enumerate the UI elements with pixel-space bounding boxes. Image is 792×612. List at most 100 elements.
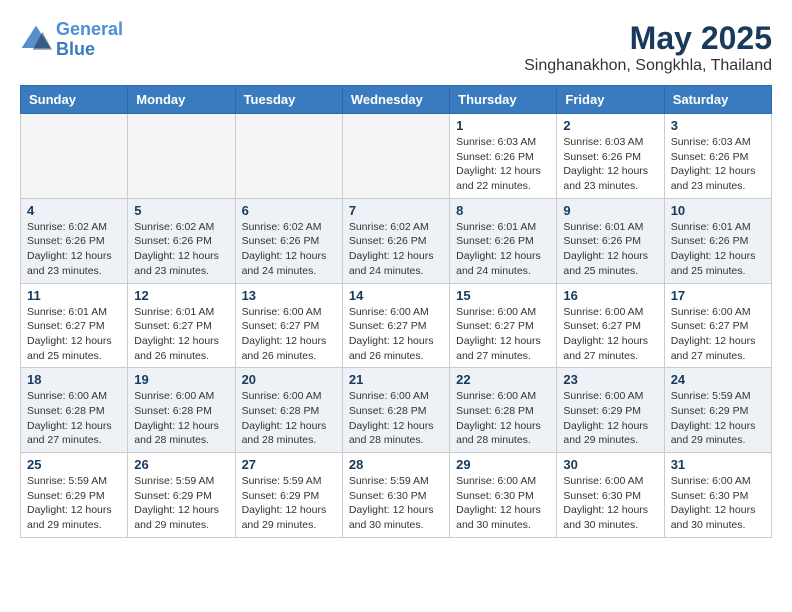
calendar-header-monday: Monday [128, 86, 235, 114]
day-info: Sunrise: 6:02 AM Sunset: 6:26 PM Dayligh… [349, 220, 443, 279]
day-number: 16 [563, 288, 657, 303]
day-info: Sunrise: 6:03 AM Sunset: 6:26 PM Dayligh… [563, 135, 657, 194]
calendar-header-sunday: Sunday [21, 86, 128, 114]
day-number: 22 [456, 372, 550, 387]
day-number: 19 [134, 372, 228, 387]
day-info: Sunrise: 6:00 AM Sunset: 6:28 PM Dayligh… [134, 389, 228, 448]
day-number: 26 [134, 457, 228, 472]
calendar-cell: 6 Sunrise: 6:02 AM Sunset: 6:26 PM Daylig… [235, 198, 342, 283]
day-info: Sunrise: 5:59 AM Sunset: 6:30 PM Dayligh… [349, 474, 443, 533]
day-info: Sunrise: 6:00 AM Sunset: 6:28 PM Dayligh… [456, 389, 550, 448]
calendar-cell: 31Sunrise: 6:00 AM Sunset: 6:30 PM Dayli… [664, 453, 771, 538]
calendar-cell: 23 Sunrise: 6:00 AM Sunset: 6:29 PM Dayli… [557, 368, 664, 453]
day-number: 1 [456, 118, 550, 133]
day-info: Sunrise: 6:00 AM Sunset: 6:28 PM Dayligh… [349, 389, 443, 448]
calendar-cell: 12 Sunrise: 6:01 AM Sunset: 6:27 PM Dayli… [128, 283, 235, 368]
calendar-cell: 25Sunrise: 5:59 AM Sunset: 6:29 PM Dayli… [21, 453, 128, 538]
calendar-header-friday: Friday [557, 86, 664, 114]
day-info: Sunrise: 6:00 AM Sunset: 6:29 PM Dayligh… [563, 389, 657, 448]
day-number: 23 [563, 372, 657, 387]
logo-icon [20, 24, 52, 56]
day-number: 27 [242, 457, 336, 472]
calendar-week-row: 4 Sunrise: 6:02 AM Sunset: 6:26 PM Daylig… [21, 198, 772, 283]
calendar-cell: 20Sunrise: 6:00 AM Sunset: 6:28 PM Dayli… [235, 368, 342, 453]
day-number: 2 [563, 118, 657, 133]
calendar: SundayMondayTuesdayWednesdayThursdayFrid… [20, 85, 772, 538]
page-header: General Blue May 2025 Singhanakhon, Song… [20, 20, 772, 75]
day-number: 25 [27, 457, 121, 472]
day-info: Sunrise: 6:00 AM Sunset: 6:27 PM Dayligh… [671, 305, 765, 364]
calendar-week-row: 18 Sunrise: 6:00 AM Sunset: 6:28 PM Dayli… [21, 368, 772, 453]
day-info: Sunrise: 6:01 AM Sunset: 6:27 PM Dayligh… [27, 305, 121, 364]
day-number: 15 [456, 288, 550, 303]
day-number: 9 [563, 203, 657, 218]
day-info: Sunrise: 5:59 AM Sunset: 6:29 PM Dayligh… [134, 474, 228, 533]
day-info: Sunrise: 6:00 AM Sunset: 6:28 PM Dayligh… [242, 389, 336, 448]
calendar-cell: 17 Sunrise: 6:00 AM Sunset: 6:27 PM Dayli… [664, 283, 771, 368]
calendar-cell: 10Sunrise: 6:01 AM Sunset: 6:26 PM Dayli… [664, 198, 771, 283]
day-number: 3 [671, 118, 765, 133]
calendar-cell: 16 Sunrise: 6:00 AM Sunset: 6:27 PM Dayli… [557, 283, 664, 368]
day-number: 17 [671, 288, 765, 303]
calendar-header-tuesday: Tuesday [235, 86, 342, 114]
day-number: 29 [456, 457, 550, 472]
calendar-cell: 27 Sunrise: 5:59 AM Sunset: 6:29 PM Dayli… [235, 453, 342, 538]
day-number: 13 [242, 288, 336, 303]
calendar-cell: 28 Sunrise: 5:59 AM Sunset: 6:30 PM Dayli… [342, 453, 449, 538]
calendar-cell: 14 Sunrise: 6:00 AM Sunset: 6:27 PM Dayli… [342, 283, 449, 368]
calendar-cell: 1Sunrise: 6:03 AM Sunset: 6:26 PM Daylig… [450, 114, 557, 199]
day-info: Sunrise: 6:01 AM Sunset: 6:27 PM Dayligh… [134, 305, 228, 364]
calendar-cell: 7 Sunrise: 6:02 AM Sunset: 6:26 PM Daylig… [342, 198, 449, 283]
day-info: Sunrise: 5:59 AM Sunset: 6:29 PM Dayligh… [671, 389, 765, 448]
day-number: 12 [134, 288, 228, 303]
day-info: Sunrise: 6:00 AM Sunset: 6:27 PM Dayligh… [456, 305, 550, 364]
calendar-cell: 9 Sunrise: 6:01 AM Sunset: 6:26 PM Daylig… [557, 198, 664, 283]
calendar-cell: 19 Sunrise: 6:00 AM Sunset: 6:28 PM Dayli… [128, 368, 235, 453]
calendar-cell: 24 Sunrise: 5:59 AM Sunset: 6:29 PM Dayli… [664, 368, 771, 453]
calendar-header-row: SundayMondayTuesdayWednesdayThursdayFrid… [21, 86, 772, 114]
day-number: 28 [349, 457, 443, 472]
day-info: Sunrise: 6:01 AM Sunset: 6:26 PM Dayligh… [563, 220, 657, 279]
day-number: 14 [349, 288, 443, 303]
day-info: Sunrise: 6:01 AM Sunset: 6:26 PM Dayligh… [671, 220, 765, 279]
day-info: Sunrise: 6:02 AM Sunset: 6:26 PM Dayligh… [134, 220, 228, 279]
day-number: 6 [242, 203, 336, 218]
day-info: Sunrise: 5:59 AM Sunset: 6:29 PM Dayligh… [242, 474, 336, 533]
day-number: 30 [563, 457, 657, 472]
day-info: Sunrise: 6:01 AM Sunset: 6:26 PM Dayligh… [456, 220, 550, 279]
calendar-cell: 18Sunrise: 6:00 AM Sunset: 6:28 PM Dayli… [21, 368, 128, 453]
day-number: 4 [27, 203, 121, 218]
day-info: Sunrise: 6:02 AM Sunset: 6:26 PM Dayligh… [27, 220, 121, 279]
calendar-header-wednesday: Wednesday [342, 86, 449, 114]
calendar-cell: 13Sunrise: 6:00 AM Sunset: 6:27 PM Dayli… [235, 283, 342, 368]
day-info: Sunrise: 6:03 AM Sunset: 6:26 PM Dayligh… [671, 135, 765, 194]
calendar-week-row: 25 Sunrise: 5:59 AM Sunset: 6:29 PM Dayli… [21, 453, 772, 538]
day-info: Sunrise: 6:00 AM Sunset: 6:30 PM Dayligh… [671, 474, 765, 533]
calendar-week-row: 11 Sunrise: 6:01 AM Sunset: 6:27 PM Dayli… [21, 283, 772, 368]
day-info: Sunrise: 6:02 AM Sunset: 6:26 PM Dayligh… [242, 220, 336, 279]
calendar-cell [128, 114, 235, 199]
calendar-cell: 2 Sunrise: 6:03 AM Sunset: 6:26 PM Daylig… [557, 114, 664, 199]
title-block: May 2025 Singhanakhon, Songkhla, Thailan… [524, 20, 772, 75]
logo-text: General Blue [56, 20, 123, 60]
calendar-cell: 22 Sunrise: 6:00 AM Sunset: 6:28 PM Dayli… [450, 368, 557, 453]
day-number: 21 [349, 372, 443, 387]
day-number: 8 [456, 203, 550, 218]
calendar-header-thursday: Thursday [450, 86, 557, 114]
calendar-cell: 29Sunrise: 6:00 AM Sunset: 6:30 PM Dayli… [450, 453, 557, 538]
month-year: May 2025 [524, 20, 772, 57]
day-info: Sunrise: 6:00 AM Sunset: 6:27 PM Dayligh… [349, 305, 443, 364]
location: Singhanakhon, Songkhla, Thailand [524, 57, 772, 75]
calendar-cell: 11 Sunrise: 6:01 AM Sunset: 6:27 PM Dayli… [21, 283, 128, 368]
calendar-cell: 21 Sunrise: 6:00 AM Sunset: 6:28 PM Dayli… [342, 368, 449, 453]
calendar-cell: 4 Sunrise: 6:02 AM Sunset: 6:26 PM Daylig… [21, 198, 128, 283]
day-number: 18 [27, 372, 121, 387]
calendar-week-row: 1 Sunrise: 6:03 AM Sunset: 6:26 PM Daylig… [21, 114, 772, 199]
day-number: 24 [671, 372, 765, 387]
day-info: Sunrise: 6:00 AM Sunset: 6:27 PM Dayligh… [563, 305, 657, 364]
calendar-cell [342, 114, 449, 199]
day-number: 11 [27, 288, 121, 303]
day-number: 7 [349, 203, 443, 218]
calendar-cell: 30Sunrise: 6:00 AM Sunset: 6:30 PM Dayli… [557, 453, 664, 538]
calendar-cell: 15 Sunrise: 6:00 AM Sunset: 6:27 PM Dayli… [450, 283, 557, 368]
